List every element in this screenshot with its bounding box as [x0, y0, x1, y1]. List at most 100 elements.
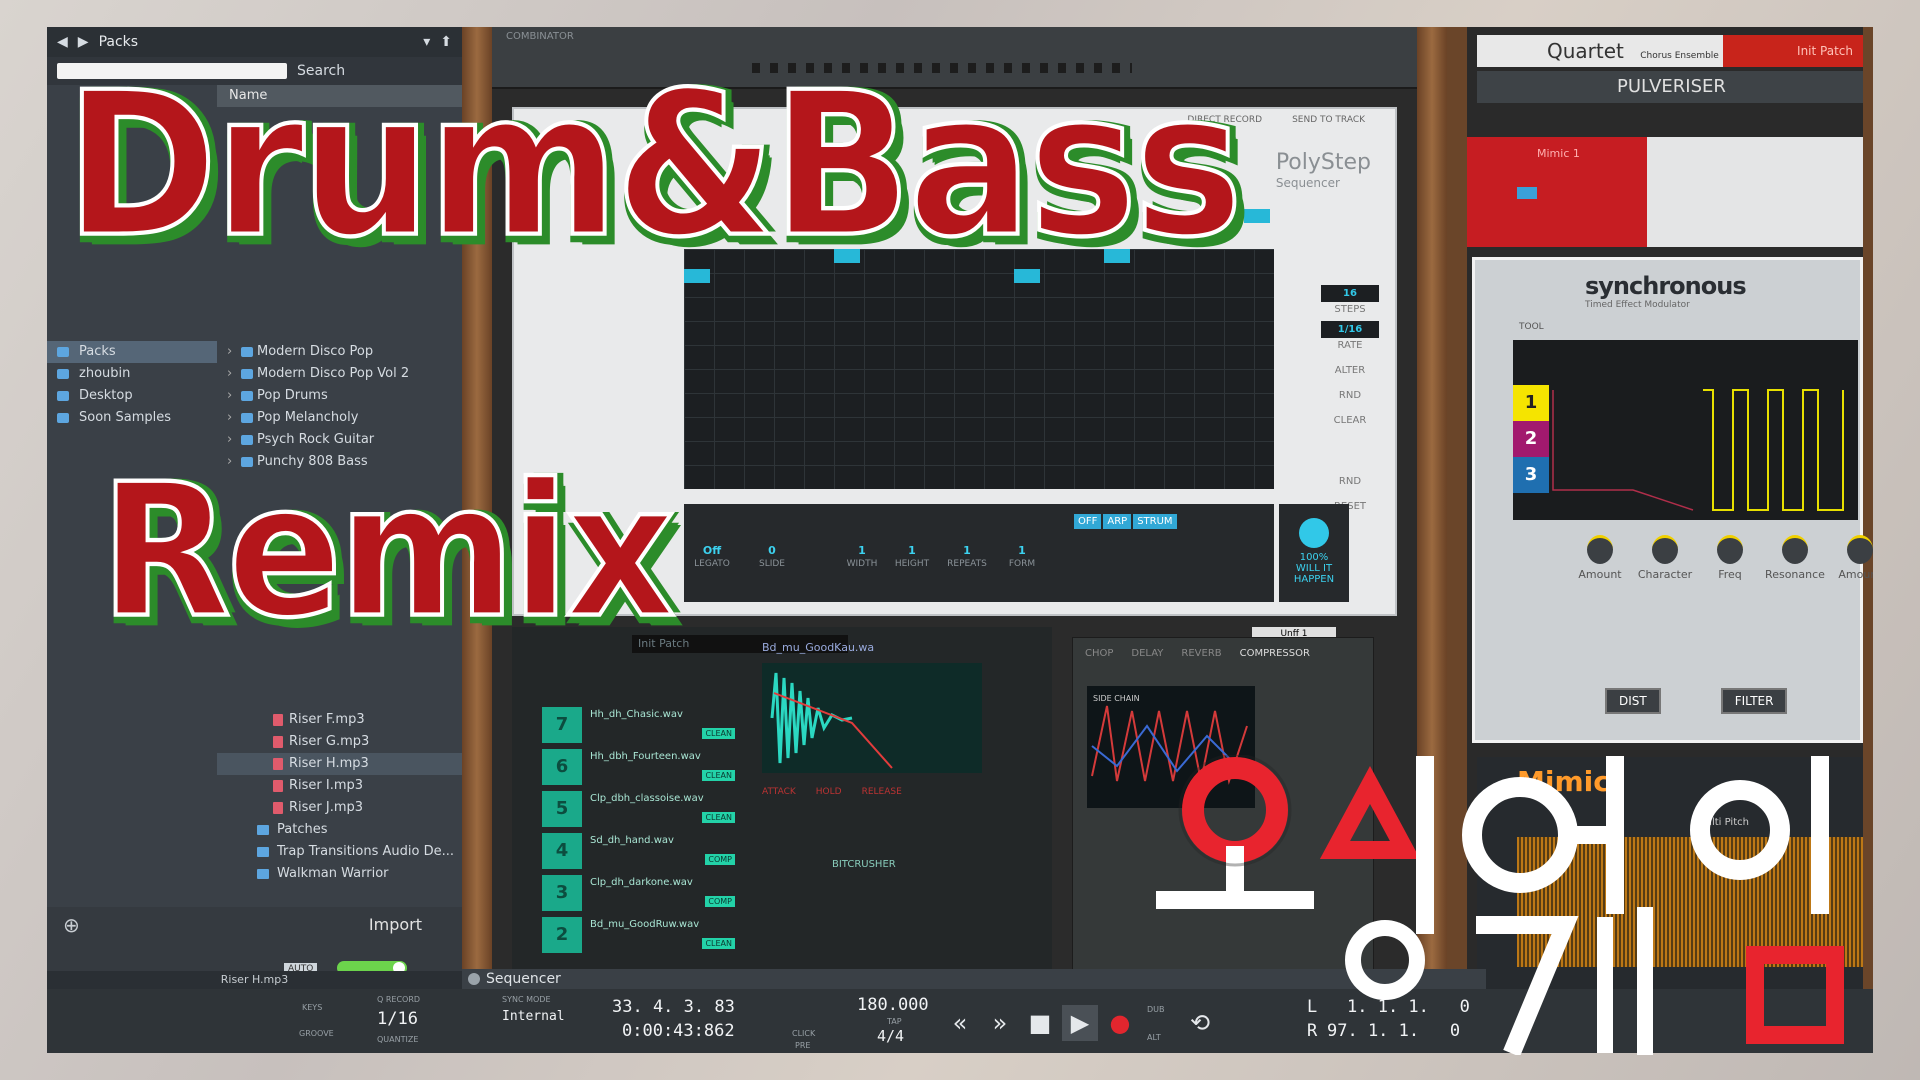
modulation-display[interactable]: [1513, 340, 1858, 520]
mode-strum-button[interactable]: STRUM: [1133, 514, 1177, 529]
record-icon[interactable]: ●: [1102, 1005, 1138, 1041]
polystep-modes: OFF ARP STRUM: [1074, 514, 1177, 529]
pack-item[interactable]: Modern Disco Pop: [217, 341, 462, 363]
polystep-bottom-controls: Off LEGATO 0 SLIDE 1 WIDTH 1 HEIGHT 1 REPEATS…: [684, 504, 1274, 602]
quartet-patch[interactable]: Init Patch: [1723, 35, 1863, 67]
clear-button[interactable]: CLEAR: [1321, 415, 1379, 426]
file-item[interactable]: Riser F.mp3: [217, 709, 462, 731]
width-control[interactable]: 1 WIDTH: [834, 544, 890, 569]
tab-delay[interactable]: DELAY: [1131, 648, 1163, 659]
song-position[interactable]: 33. 4. 3. 83: [612, 997, 735, 1017]
lane-selector: 1 2 3: [1513, 385, 1549, 493]
character-knob[interactable]: Character: [1635, 535, 1695, 581]
groove-label: GROOVE: [299, 1029, 334, 1038]
probability-knob[interactable]: [1299, 518, 1329, 548]
chevron-down-icon[interactable]: ▾: [423, 34, 430, 50]
tab-chop[interactable]: CHOP: [1085, 648, 1113, 659]
rate-value[interactable]: 1/16: [1321, 321, 1379, 338]
polystep-subtitle: Sequencer: [1275, 176, 1340, 190]
quartet-subtitle: Chorus Ensemble: [1640, 51, 1719, 61]
add-icon[interactable]: ⊕: [63, 913, 80, 937]
resonance-knob[interactable]: Resonance: [1765, 535, 1825, 581]
q-record-label: Q RECORD: [377, 995, 421, 1004]
pack-item[interactable]: Modern Disco Pop Vol 2: [217, 363, 462, 385]
probability-label: WILL IT HAPPEN: [1293, 563, 1335, 585]
tab-reverb[interactable]: REVERB: [1181, 648, 1221, 659]
amount-knob[interactable]: Amount: [1570, 535, 1630, 581]
lane-3[interactable]: 3: [1513, 457, 1549, 493]
drum-pad[interactable]: 4: [542, 833, 582, 869]
steps-value[interactable]: 16: [1321, 285, 1379, 302]
song-time[interactable]: 0:00:43:862: [622, 1021, 735, 1041]
dist-button[interactable]: DIST: [1605, 688, 1661, 714]
polystep-title: PolyStep Sequencer: [1275, 150, 1371, 193]
file-item[interactable]: Riser J.mp3: [217, 797, 462, 819]
location-item[interactable]: zhoubin: [47, 363, 217, 385]
side-chain-label: SIDE CHAIN: [1093, 694, 1140, 703]
file-item-selected[interactable]: Riser H.mp3: [217, 753, 462, 775]
drum-pad[interactable]: 5: [542, 791, 582, 827]
height-control[interactable]: 1 HEIGHT: [884, 544, 940, 569]
drum-pad[interactable]: 7: [542, 707, 582, 743]
forward-arrow-icon[interactable]: ▶: [78, 34, 89, 50]
time-signature[interactable]: 4/4: [877, 1027, 904, 1045]
korean-logo: [1156, 755, 1844, 1055]
location-dropdown[interactable]: Packs: [99, 34, 414, 50]
rewind-icon[interactable]: «: [942, 1005, 978, 1041]
logo-glyphs: [1156, 756, 1844, 1055]
tab-compressor[interactable]: COMPRESSOR: [1240, 648, 1310, 659]
file-item[interactable]: Riser I.mp3: [217, 775, 462, 797]
mimic-dropdown[interactable]: [1517, 187, 1537, 199]
folder-item[interactable]: Walkman Warrior: [217, 863, 462, 885]
tap-label: TAP: [887, 1017, 902, 1026]
alter-button[interactable]: ALTER: [1321, 365, 1379, 376]
stop-icon[interactable]: ■: [1022, 1005, 1058, 1041]
pad-sample-row: Clp_dh_darkone.wav COMP: [590, 875, 745, 911]
location-item[interactable]: Packs: [47, 341, 217, 363]
folder-item[interactable]: Trap Transitions Audio De...: [217, 841, 462, 863]
location-item[interactable]: Desktop: [47, 385, 217, 407]
sync-mode-label: SYNC MODE: [502, 995, 551, 1004]
pulveriser-name: PULVERISER: [1617, 76, 1726, 97]
location-item[interactable]: Soon Samples: [47, 407, 217, 429]
amount-knob-2[interactable]: Amount: [1830, 535, 1873, 581]
legato-control[interactable]: Off LEGATO: [684, 544, 740, 569]
pre-label: PRE: [795, 1041, 811, 1050]
repeats-control[interactable]: 1 REPEATS: [939, 544, 995, 569]
send-to-track-button[interactable]: SEND TO TRACK: [1292, 115, 1365, 125]
drum-pad[interactable]: 2: [542, 917, 582, 953]
bitcrusher-label: BITCRUSHER: [832, 859, 896, 870]
polystep-name: PolyStep: [1275, 150, 1371, 175]
mimic-panel: Mimic 1: [1467, 137, 1647, 247]
fast-forward-icon[interactable]: »: [982, 1005, 1018, 1041]
slide-control[interactable]: 0 SLIDE: [744, 544, 800, 569]
folder-item[interactable]: Patches: [217, 819, 462, 841]
drum-pad[interactable]: 6: [542, 749, 582, 785]
upload-icon[interactable]: ⬆: [440, 34, 452, 50]
will-it-happen: 100% WILL IT HAPPEN: [1279, 504, 1349, 602]
quantize-value[interactable]: 1/16: [377, 1009, 418, 1029]
rnd-button[interactable]: RND: [1321, 390, 1379, 401]
freq-knob[interactable]: Freq: [1700, 535, 1760, 581]
synchronous-buttons: DIST FILTER: [1605, 688, 1788, 714]
envelope-labels: ATTACK HOLD RELEASE: [762, 787, 902, 797]
filter-button[interactable]: FILTER: [1720, 688, 1788, 714]
rnd-button-2[interactable]: RND: [1321, 476, 1379, 487]
sync-mode-dropdown[interactable]: Internal: [502, 1009, 565, 1024]
lane-2[interactable]: 2: [1513, 421, 1549, 457]
tempo-value[interactable]: 180.000: [857, 995, 929, 1015]
back-arrow-icon[interactable]: ◀: [57, 34, 68, 50]
mode-off-button[interactable]: OFF: [1074, 514, 1102, 529]
form-control[interactable]: 1 FORM: [994, 544, 1050, 569]
sample-waveform[interactable]: [762, 663, 982, 773]
file-item[interactable]: Riser G.mp3: [217, 731, 462, 753]
step-note[interactable]: [1244, 209, 1270, 223]
pack-item[interactable]: Pop Melancholy: [217, 407, 462, 429]
mode-arp-button[interactable]: ARP: [1103, 514, 1132, 529]
step-grid[interactable]: [684, 209, 1274, 489]
pack-item[interactable]: Pop Drums: [217, 385, 462, 407]
drum-pad[interactable]: 3: [542, 875, 582, 911]
lane-1[interactable]: 1: [1513, 385, 1549, 421]
polystep-side-controls: 16 STEPS 1/16 RATE ALTER RND CLEAR RND R…: [1321, 279, 1379, 512]
play-icon[interactable]: ▶: [1062, 1005, 1098, 1041]
